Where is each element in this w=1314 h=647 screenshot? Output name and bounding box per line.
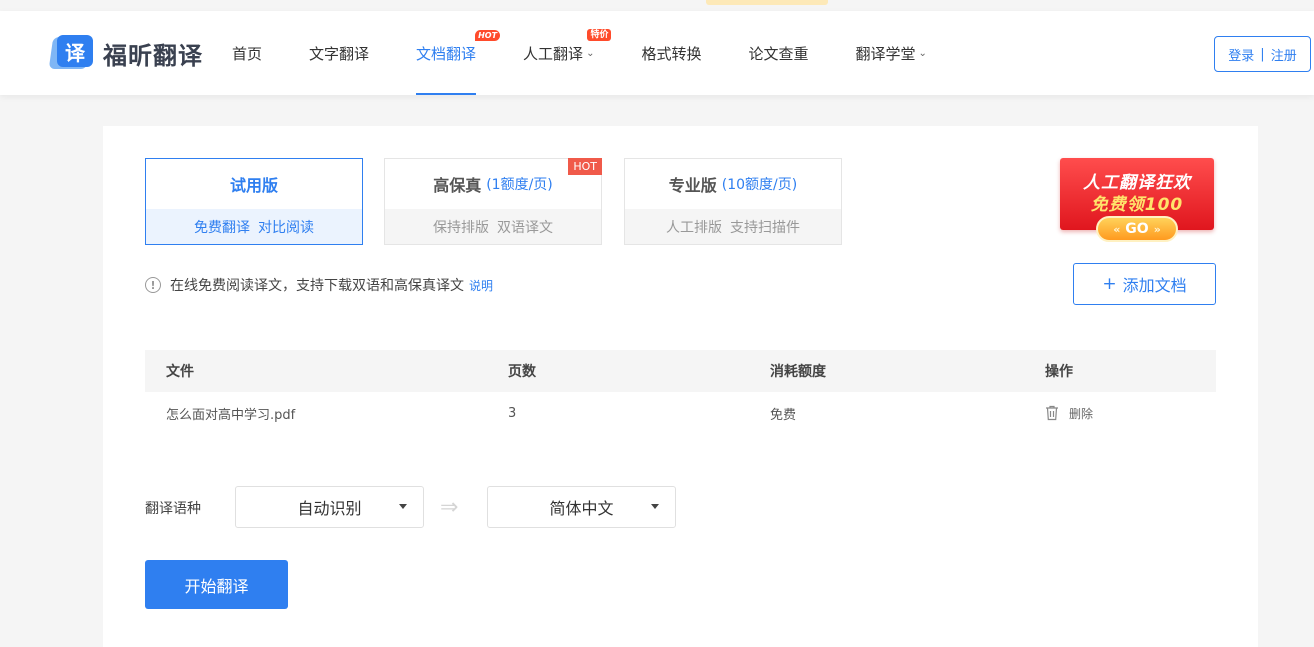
nav-item-text-translate[interactable]: 文字翻译 <box>309 11 369 95</box>
page-count: 3 <box>508 405 517 421</box>
hot-badge: HOT <box>475 30 501 41</box>
nav-item-translation-academy[interactable]: 翻译学堂 ⌄ <box>855 11 926 95</box>
nav-item-human-translate[interactable]: 人工翻译 ⌄ 特价 <box>523 11 612 95</box>
language-label: 翻译语种 <box>145 501 201 517</box>
double-chevron-left-icon: « <box>1113 222 1121 236</box>
top-promo-strip[interactable] <box>706 0 828 5</box>
nav-item-doc-translate[interactable]: 文档翻译 HOT <box>416 11 501 95</box>
target-language-select[interactable]: 简体中文 <box>487 486 676 528</box>
plan-price: (10额度/页) <box>721 177 798 193</box>
arrow-right-icon: ⇒ <box>440 495 459 520</box>
add-document-button[interactable]: + 添加文档 <box>1073 263 1216 305</box>
plan-feature: 人工排版 <box>666 219 722 236</box>
file-table: 文件 页数 消耗额度 操作 怎么面对高中学习.pdf 3 免费 删除 <box>145 350 1216 434</box>
caret-down-icon <box>399 504 407 509</box>
chevron-down-icon: ⌄ <box>586 47 595 59</box>
cost-value: 免费 <box>770 407 797 423</box>
plan-feature: 对比阅读 <box>258 219 314 236</box>
plan-trial[interactable]: 试用版 免费翻译 对比阅读 <box>145 158 363 245</box>
notice-text: 在线免费阅读译文，支持下载双语和高保真译文 <box>170 278 464 294</box>
login-register-button[interactable]: 登录 | 注册 <box>1214 36 1311 72</box>
promo-banner[interactable]: 人工翻译狂欢 免费领100 « GO » <box>1060 158 1214 245</box>
column-header-action: 操作 <box>1045 364 1073 380</box>
trash-icon <box>1046 405 1058 421</box>
caret-down-icon <box>651 504 659 509</box>
source-language-select[interactable]: 自动识别 <box>235 486 424 528</box>
plan-feature: 保持排版 <box>433 219 489 236</box>
promo-go-button[interactable]: « GO » <box>1096 216 1178 242</box>
plan-title: 专业版 <box>668 176 717 195</box>
start-translate-button[interactable]: 开始翻译 <box>145 560 288 609</box>
plan-feature: 双语译文 <box>497 219 553 236</box>
main-nav: 首页 文字翻译 文档翻译 HOT 人工翻译 ⌄ 特价 格式转换 论文查重 翻译学堂… <box>232 11 974 95</box>
table-header: 文件 页数 消耗额度 操作 <box>145 350 1216 392</box>
discount-badge: 特价 <box>587 29 612 41</box>
info-icon: ! <box>145 277 161 293</box>
double-chevron-right-icon: » <box>1153 222 1161 236</box>
notice: ! 在线免费阅读译文，支持下载双语和高保真译文 说明 <box>145 275 493 295</box>
plan-feature: 支持扫描件 <box>730 219 800 236</box>
nav-item-format-convert[interactable]: 格式转换 <box>641 11 701 95</box>
plan-title: 高保真 <box>433 176 482 195</box>
file-name: 怎么面对高中学习.pdf <box>166 407 296 423</box>
column-header-cost: 消耗额度 <box>770 364 826 380</box>
delete-button[interactable]: 删除 <box>1045 405 1093 422</box>
top-strip <box>0 0 1314 11</box>
plan-professional[interactable]: 专业版 (10额度/页) 人工排版 支持扫描件 <box>624 158 842 245</box>
hot-tag: HOT <box>568 158 602 175</box>
logo[interactable]: 译 福昕翻译 <box>48 35 203 71</box>
plan-price: (1额度/页) <box>486 177 553 193</box>
plan-high-fidelity[interactable]: 高保真 (1额度/页) 保持排版 双语译文 HOT <box>384 158 602 245</box>
column-header-file: 文件 <box>166 364 194 380</box>
register-link[interactable]: 注册 <box>1271 45 1297 64</box>
chevron-down-icon: ⌄ <box>918 47 927 59</box>
translate-panel: 试用版 免费翻译 对比阅读 高保真 (1额度/页) 保持排版 双语译文 HOT … <box>103 126 1258 647</box>
promo-subtitle: 免费领100 <box>1090 195 1184 215</box>
site-header: 译 福昕翻译 首页 文字翻译 文档翻译 HOT 人工翻译 ⌄ 特价 格式转换 论文… <box>0 11 1314 95</box>
logo-text: 福昕翻译 <box>103 41 203 70</box>
login-link[interactable]: 登录 <box>1228 45 1254 64</box>
plan-feature: 免费翻译 <box>194 219 250 236</box>
plus-icon: + <box>1102 274 1117 294</box>
nav-item-plagiarism-check[interactable]: 论文查重 <box>748 11 808 95</box>
explain-link[interactable]: 说明 <box>469 277 493 294</box>
table-row: 怎么面对高中学习.pdf 3 免费 删除 <box>145 392 1216 434</box>
plan-title: 试用版 <box>229 176 278 195</box>
column-header-pages: 页数 <box>508 364 536 380</box>
separator: | <box>1260 46 1265 62</box>
nav-item-home[interactable]: 首页 <box>232 11 262 95</box>
logo-icon: 译 <box>48 35 95 71</box>
